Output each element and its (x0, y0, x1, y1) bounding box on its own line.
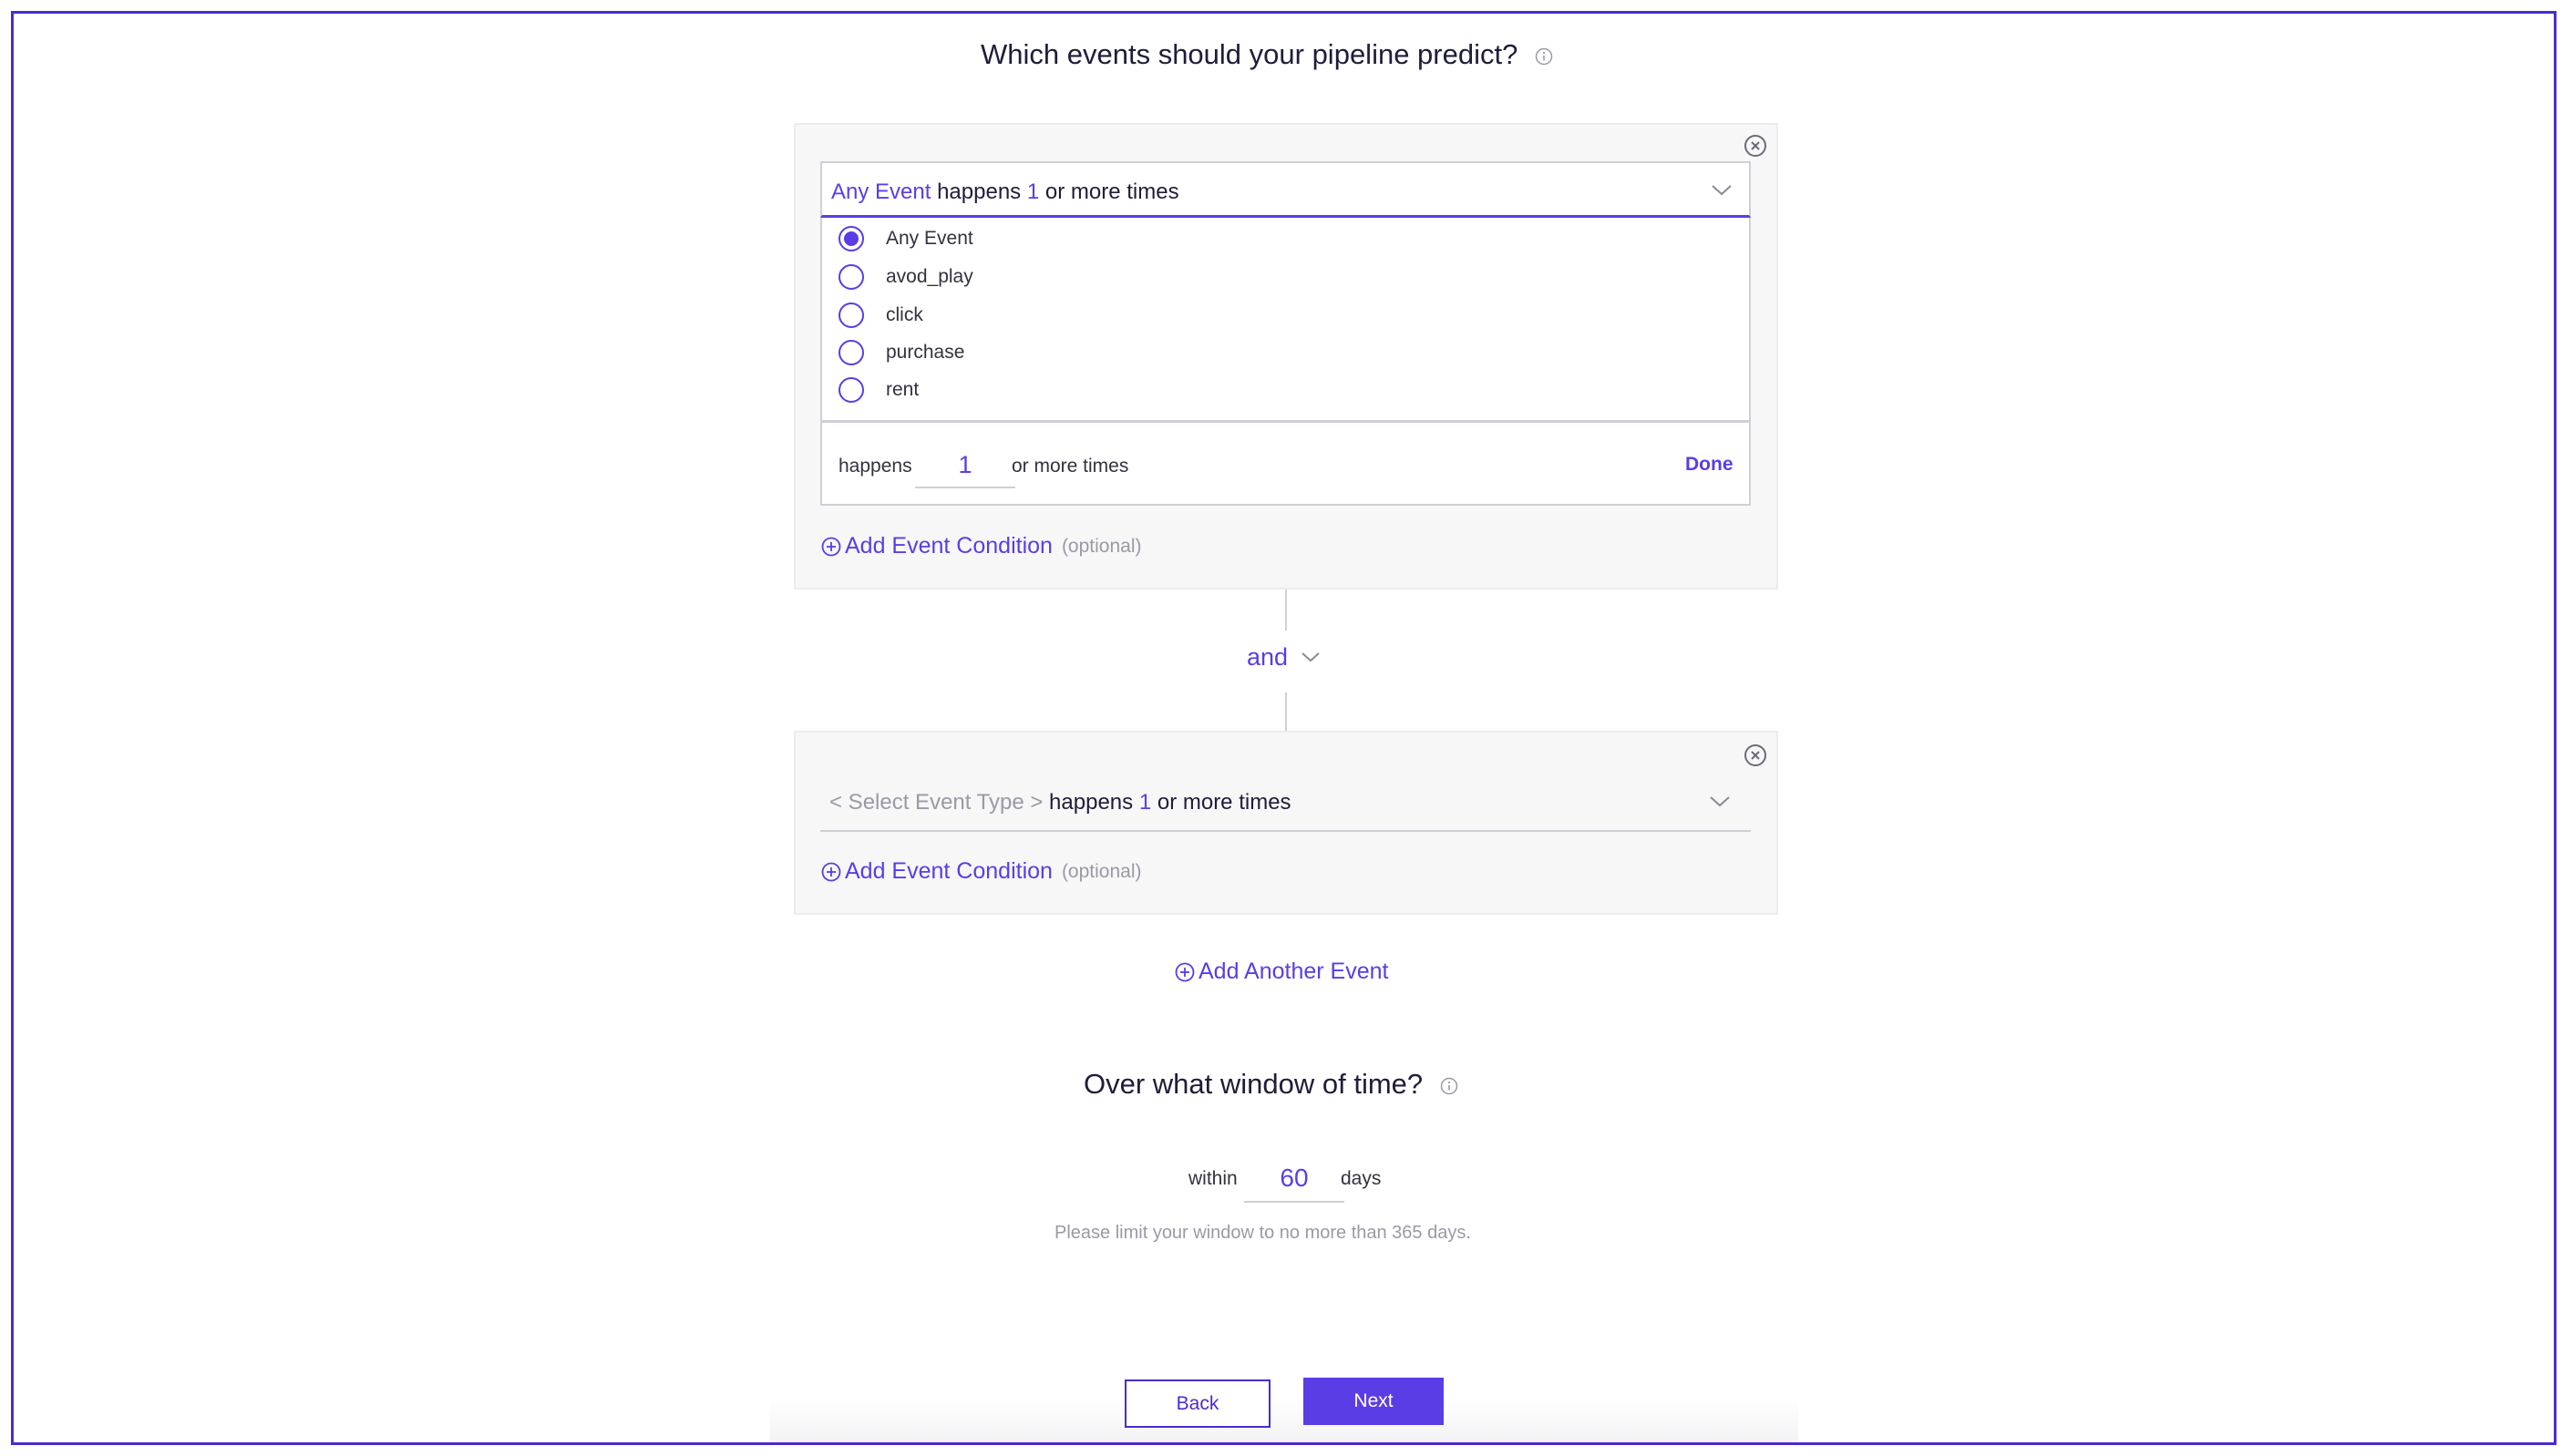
add-another-event-link[interactable]: Add Another Event (1175, 959, 1388, 985)
done-button[interactable]: Done (1685, 454, 1734, 476)
page-title: Which events should your pipeline predic… (981, 38, 1553, 71)
option-label: avod_play (886, 266, 973, 287)
option-label: click (886, 304, 923, 325)
window-heading: Over what window of time? (1084, 1068, 1458, 1101)
suffix-text: or more times (1157, 790, 1291, 815)
page-title-text: Which events should your pipeline predic… (981, 38, 1518, 70)
option-label: rent (886, 379, 920, 400)
suffix-label: or more times (1012, 456, 1129, 477)
option-purchase[interactable]: purchase (838, 337, 964, 368)
next-button[interactable]: Next (1303, 1378, 1444, 1425)
option-any-event[interactable]: Any Event (838, 223, 973, 254)
connector-line (1285, 692, 1287, 731)
dropdown-summary: < Select Event Type > happens 1 or more … (829, 790, 1291, 815)
count-text: 1 (1026, 179, 1040, 204)
window-hint: Please limit your window to no more than… (1055, 1223, 1471, 1243)
and-or-selector[interactable]: and (1247, 643, 1321, 672)
happens-text: happens (937, 179, 1022, 204)
radio[interactable] (838, 377, 864, 403)
plus-circle-icon (1175, 962, 1195, 981)
event-card-1: Any Event happens 1 or more times Any Ev… (794, 123, 1778, 590)
add-event-condition-link[interactable]: Add Event Condition (optional) (821, 858, 1142, 885)
count-input[interactable] (915, 443, 1015, 488)
footer-shade (770, 1399, 1798, 1442)
event-type-placeholder: < Select Event Type > (829, 790, 1044, 815)
option-click[interactable]: click (838, 300, 923, 331)
chevron-down-icon[interactable] (1711, 184, 1733, 197)
optional-label: (optional) (1061, 535, 1142, 557)
count-text: 1 (1138, 790, 1152, 815)
plus-circle-icon (821, 537, 841, 556)
count-footer: happens or more times Done (820, 421, 1751, 506)
radio[interactable] (838, 340, 864, 365)
back-button[interactable]: Back (1125, 1379, 1271, 1428)
happens-text: happens (1049, 790, 1134, 815)
event-card-2: < Select Event Type > happens 1 or more … (794, 731, 1778, 915)
days-label: days (1341, 1168, 1382, 1189)
window-heading-text: Over what window of time? (1084, 1068, 1424, 1100)
info-icon[interactable] (1440, 1077, 1458, 1095)
option-label: Any Event (886, 228, 973, 249)
radio[interactable] (838, 302, 864, 328)
optional-label: (optional) (1061, 860, 1142, 882)
selected-event-label: Any Event (831, 179, 931, 204)
radio[interactable] (838, 264, 864, 290)
dropdown-summary: Any Event happens 1 or more times (831, 179, 1179, 205)
chevron-down-icon (1301, 652, 1320, 662)
option-label: purchase (886, 342, 965, 363)
connector-line (1285, 590, 1287, 631)
connector-label: and (1247, 643, 1289, 671)
info-icon[interactable] (1535, 47, 1553, 66)
days-input[interactable] (1244, 1155, 1344, 1203)
suffix-text: or more times (1044, 179, 1179, 204)
event-type-dropdown[interactable]: < Select Event Type > happens 1 or more … (820, 774, 1751, 832)
close-icon[interactable] (1744, 743, 1767, 767)
event-type-dropdown[interactable]: Any Event happens 1 or more times (820, 161, 1751, 218)
within-label: within (1188, 1168, 1238, 1189)
add-condition-label: Add Event Condition (845, 858, 1053, 884)
event-options-list: Any Event avod_play click purchase rent (820, 218, 1751, 422)
radio-selected[interactable] (838, 226, 864, 251)
happens-label: happens (838, 456, 912, 477)
chevron-down-icon[interactable] (1709, 795, 1731, 808)
plus-circle-icon (821, 862, 841, 881)
option-rent[interactable]: rent (838, 374, 919, 405)
add-condition-label: Add Event Condition (845, 533, 1053, 559)
add-event-condition-link[interactable]: Add Event Condition (optional) (821, 533, 1142, 559)
close-icon[interactable] (1744, 134, 1767, 158)
option-avod-play[interactable]: avod_play (838, 261, 973, 292)
add-another-event-label: Add Another Event (1199, 959, 1389, 984)
